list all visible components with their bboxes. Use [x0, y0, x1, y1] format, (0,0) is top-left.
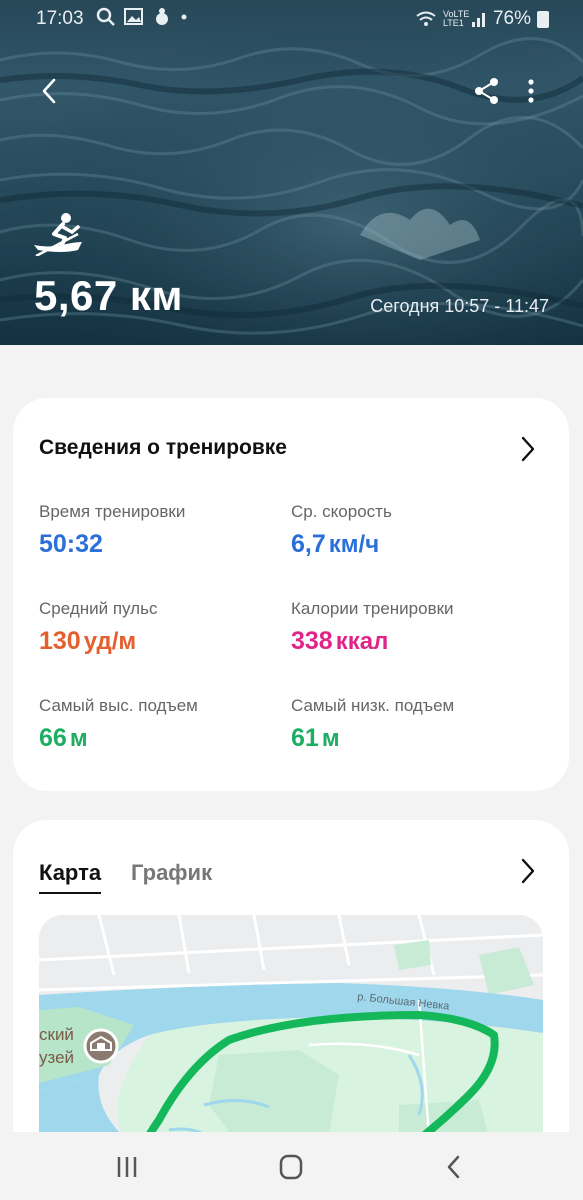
stat-label: Самый выс. подъем	[39, 696, 198, 715]
stat-avg-speed: Ср. скорость 6,7 км/ч	[291, 502, 392, 559]
stat-unit: м	[69, 725, 88, 752]
stat-number: 338	[291, 627, 333, 655]
stat-number: 61	[291, 724, 319, 752]
status-right: VoLTE LTE1 76%	[415, 8, 549, 30]
stat-value: 61 м	[291, 724, 454, 753]
network-label: VoLTE LTE1	[442, 9, 470, 28]
chevron-right-icon[interactable]	[517, 856, 537, 886]
stat-calories: Калории тренировки 338 ккал	[291, 599, 454, 656]
stat-workout-time: Время тренировки 50:32	[39, 502, 185, 559]
status-notification-icons	[96, 7, 188, 27]
battery-icon	[537, 10, 549, 28]
stat-label: Самый низк. подъем	[291, 696, 455, 715]
home-icon[interactable]	[271, 1152, 311, 1182]
stat-number: 6,7	[291, 530, 326, 558]
workout-date-range: Сегодня 10:57 - 11:47	[370, 296, 549, 316]
hero-banner: 17:03 VoLTE LTE1 76% 5,67 км Сегодня 10:…	[0, 0, 583, 345]
share-button[interactable]	[472, 76, 502, 106]
stat-unit: ккал	[335, 628, 389, 655]
workout-details-card[interactable]: Сведения о тренировке Время тренировки 5…	[13, 398, 569, 791]
stat-max-elevation: Самый выс. подъем 66 м	[39, 696, 198, 753]
gallery-icon	[124, 8, 143, 25]
back-icon[interactable]	[434, 1152, 474, 1182]
recent-apps-icon[interactable]	[107, 1152, 147, 1182]
tab-map[interactable]: Карта	[39, 860, 102, 894]
stat-unit: м	[321, 725, 340, 752]
signal-icon	[471, 13, 485, 27]
more-options-button[interactable]	[520, 76, 542, 106]
stat-label: Калории тренировки	[291, 599, 454, 618]
rowing-icon	[34, 213, 82, 256]
museum-icon[interactable]	[83, 1028, 119, 1064]
status-bar: 17:03 VoLTE LTE1 76%	[0, 0, 583, 38]
tab-chart[interactable]: График	[131, 860, 212, 886]
stat-number: 130	[39, 627, 81, 655]
stat-value: 338 ккал	[291, 627, 454, 656]
status-time: 17:03	[36, 8, 84, 29]
museum-label-line2: узей	[39, 1048, 74, 1067]
app-notification-icon	[156, 8, 168, 25]
stat-value: 66 м	[39, 724, 198, 753]
more-notifications-icon	[181, 14, 187, 20]
stat-avg-heart-rate: Средний пульс 130 уд/м	[39, 599, 157, 656]
battery-percent: 76%	[492, 8, 531, 29]
stat-number: 66	[39, 724, 67, 752]
stat-label: Ср. скорость	[291, 502, 392, 521]
stat-label: Время тренировки	[39, 502, 186, 521]
stat-value: 130 уд/м	[39, 627, 157, 656]
stat-unit: уд/м	[83, 628, 137, 655]
stat-number: 50:32	[39, 530, 103, 558]
stat-min-elevation: Самый низк. подъем 61 м	[291, 696, 454, 753]
search-icon	[96, 7, 115, 26]
stat-value: 6,7 км/ч	[291, 530, 392, 559]
stat-label: Средний пульс	[39, 599, 158, 618]
chevron-right-icon[interactable]	[517, 434, 537, 464]
workout-distance: 5,67 км	[34, 272, 184, 319]
stat-unit: км/ч	[328, 531, 380, 558]
system-nav-bar	[0, 1132, 583, 1200]
stat-value: 50:32	[39, 530, 185, 559]
museum-label-line1: ский	[39, 1025, 74, 1044]
back-button[interactable]	[34, 74, 68, 108]
card-title: Сведения о тренировке	[39, 436, 287, 459]
wifi-icon	[416, 11, 436, 26]
